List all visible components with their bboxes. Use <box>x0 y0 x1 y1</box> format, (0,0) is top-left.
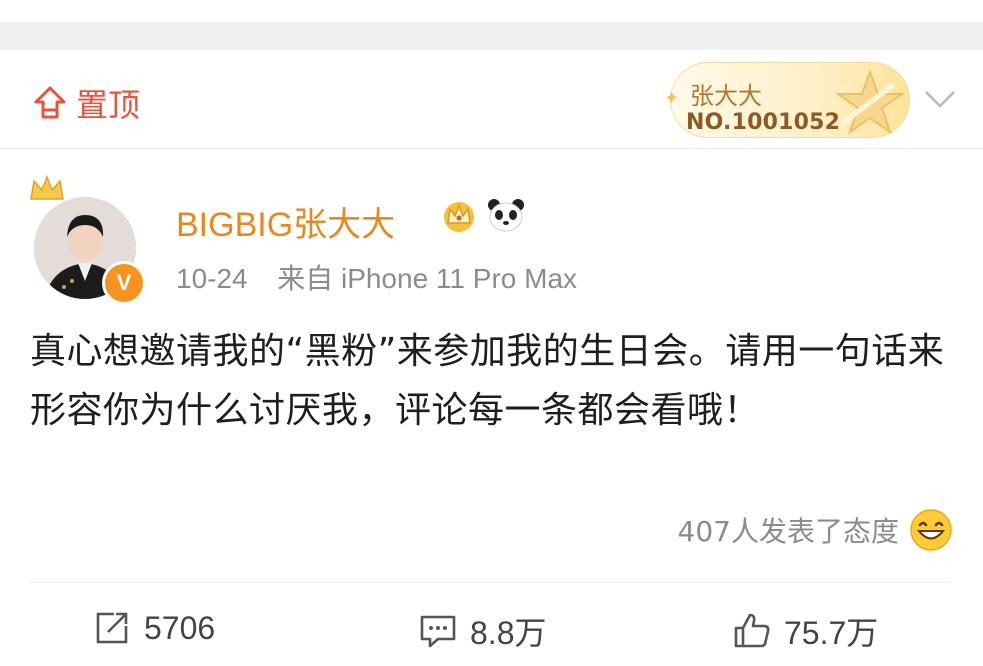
like-count: 75.7万 <box>784 615 879 651</box>
section-separator <box>0 22 983 50</box>
comment-button[interactable]: 8.8万 <box>418 608 547 654</box>
crown-icon[interactable] <box>440 197 478 233</box>
comment-count: 8.8万 <box>470 615 547 651</box>
top-spacer <box>0 0 983 22</box>
chevron-down-icon[interactable] <box>920 84 960 112</box>
fan-badge-card: ✦ 张大大 NO.1001052 <box>664 62 910 138</box>
post-text: 真心想邀请我的“黑粉”来参加我的生日会。请用一句话来形容你为什么讨厌我，评论每一… <box>30 331 945 431</box>
divider <box>30 582 950 583</box>
fan-badge-name: 张大大 <box>690 82 762 110</box>
crown-icon <box>30 174 64 200</box>
verified-badge: V <box>102 261 146 305</box>
avatar-container[interactable]: V <box>28 173 146 305</box>
pinned-label[interactable]: 置顶 <box>32 80 140 126</box>
attitude-summary[interactable]: 407人发表了态度 <box>678 508 953 552</box>
repost-button[interactable]: 5706 <box>92 608 215 648</box>
post-source: 来自 iPhone 11 Pro Max <box>277 263 578 294</box>
fan-badge[interactable]: ✦ 张大大 NO.1001052 <box>660 54 912 142</box>
author-name[interactable]: BIGBIG张大大 <box>176 197 395 246</box>
star-icon <box>834 69 906 135</box>
comment-icon <box>420 615 456 648</box>
post-date: 10-24 <box>176 263 248 294</box>
grin-emoji-icon <box>910 509 952 551</box>
action-bar: 5706 8.8万 75.7万 <box>0 592 983 666</box>
like-button[interactable]: 75.7万 <box>732 608 878 654</box>
repost-icon <box>96 612 128 644</box>
post-meta: 10-24 来自 iPhone 11 Pro Max <box>176 257 577 297</box>
fan-badge-number: NO.1001052 <box>686 110 841 135</box>
pin-row: 置顶 ✦ 张大大 NO.1001052 <box>0 50 983 149</box>
sparkle-icon: ✦ <box>664 88 680 109</box>
panda-icon[interactable] <box>486 197 526 233</box>
post-header: V BIGBIG张大大 10-24 来自 iPhone 11 Pro Max <box>0 149 983 309</box>
pin-text: 置顶 <box>76 86 141 124</box>
thumbs-up-icon <box>734 613 770 648</box>
pin-top-icon <box>34 86 66 119</box>
repost-count: 5706 <box>144 609 216 646</box>
attitude-label: 407人发表了态度 <box>677 515 899 548</box>
